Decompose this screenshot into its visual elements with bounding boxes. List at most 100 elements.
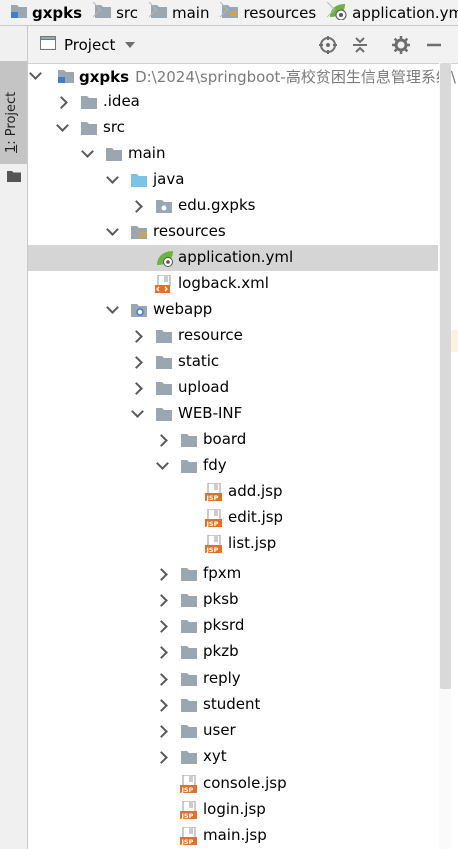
tree-item-edu-gxpks[interactable]: edu.gxpks [28,193,438,219]
breadcrumb: gxpks src main resources application.yml [0,0,458,26]
chevron-right-icon[interactable] [155,427,171,453]
breadcrumb-label: src [116,3,138,22]
chevron-down-icon[interactable] [125,41,136,48]
tree-item-student[interactable]: student [28,692,438,718]
tree-item-list-jsp[interactable]: JSP list.jsp [28,531,438,557]
svg-text:JSP: JSP [206,546,219,553]
locate-file-icon[interactable] [318,35,338,55]
xml-file-icon [155,274,173,293]
tree-item-pkzb[interactable]: pkzb [28,639,438,665]
folder-icon [155,327,173,345]
tree-item-application-yml[interactable]: application.yml [28,245,438,271]
breadcrumb-item-application-yml[interactable]: application.yml [328,0,458,25]
chevron-down-icon[interactable] [105,219,121,245]
tree-item-web-inf[interactable]: WEB-INF [28,401,438,427]
tree-item-label: student [203,695,261,713]
chevron-right-icon[interactable] [130,323,146,349]
tree-item-label: application.yml [178,248,294,266]
tree-item-idea[interactable]: .idea [28,89,438,115]
breadcrumb-item-gxpks[interactable]: gxpks [10,0,82,25]
tree-item-logback-xml[interactable]: logback.xml [28,271,438,297]
tree-item-label: user [203,721,236,739]
tree-item-upload[interactable]: upload [28,375,438,401]
breadcrumb-item-src[interactable]: src [94,0,138,25]
tree-item-xyt[interactable]: xyt [28,744,438,770]
scrollbar-thumb[interactable] [440,63,451,689]
tree-item-label: add.jsp [228,482,283,500]
resources-folder-icon [130,223,148,241]
tree-item-main-jsp[interactable]: JSP main.jsp [28,823,438,849]
project-tool-window-tab[interactable]: 1: Project [0,61,27,182]
jsp-file-icon: JSP [180,826,198,846]
chevron-right-icon[interactable] [155,666,171,692]
folder-icon [180,722,198,740]
breadcrumb-label: application.yml [352,3,458,22]
tree-item-webapp[interactable]: webapp [28,297,438,323]
spring-config-icon [155,249,173,267]
svg-text:JSP: JSP [181,812,194,819]
chevron-down-icon[interactable] [55,115,71,141]
tree-item-label: main [128,144,166,162]
root-name: gxpks [79,68,130,86]
project-view-selector[interactable]: Project [64,36,115,54]
tree-item-login-jsp[interactable]: JSP login.jsp [28,797,438,823]
tree-item-pksrd[interactable]: pksrd [28,613,438,639]
folder-icon [180,431,198,449]
chevron-right-icon[interactable] [155,587,171,613]
chevron-right-icon[interactable] [155,718,171,744]
tree-item-label: resource [178,326,243,344]
chevron-right-icon[interactable] [130,375,146,401]
minimize-icon[interactable] [424,35,444,55]
tree-item-label: WEB-INF [178,404,243,422]
tree-item-static[interactable]: static [28,349,438,375]
tree-item-fdy[interactable]: fdy [28,453,438,479]
chevron-down-icon[interactable] [80,141,96,167]
tree-item-label: fdy [203,456,227,474]
breadcrumb-item-resources[interactable]: resources [221,0,316,25]
chevron-right-icon[interactable] [130,193,146,219]
chevron-right-icon[interactable] [155,639,171,665]
tree-item-reply[interactable]: reply [28,666,438,692]
gear-icon[interactable] [391,35,411,55]
chevron-down-icon[interactable] [105,167,121,193]
web-folder-icon [130,301,148,319]
tree-item-fpxm[interactable]: fpxm [28,561,438,587]
tree-item-board[interactable]: board [28,427,438,453]
folder-icon [155,353,173,371]
chevron-right-icon[interactable] [155,744,171,770]
tree-item-main[interactable]: main [28,141,438,167]
tree-item-pksb[interactable]: pksb [28,587,438,613]
tree-item-java[interactable]: java [28,167,438,193]
chevron-down-icon[interactable] [105,297,121,323]
chevron-down-icon[interactable] [155,453,171,479]
tree-item-console-jsp[interactable]: JSP console.jsp [28,771,438,797]
chevron-right-icon[interactable] [130,349,146,375]
chevron-right-icon[interactable] [155,613,171,639]
tree-item-user[interactable]: user [28,718,438,744]
chevron-down-icon[interactable] [28,63,44,89]
svg-text:JSP: JSP [181,838,194,845]
tree-item-add-jsp[interactable]: JSP add.jsp [28,479,438,505]
collapse-all-icon[interactable] [350,35,370,55]
tree-item-resource[interactable]: resource [28,323,438,349]
breadcrumb-item-main[interactable]: main [150,0,209,25]
tree-item-label: reply [203,669,241,687]
folder-icon [180,565,198,583]
tree-item-resources[interactable]: resources [28,219,438,245]
svg-text:JSP: JSP [181,786,194,793]
folder-icon [180,670,198,688]
folder-icon [180,696,198,714]
chevron-right-icon[interactable] [55,89,71,115]
chevron-down-icon[interactable] [130,401,146,427]
tree-item-root[interactable]: gxpks D:\2024\springboot-高校贫困生信息管理系统\ [28,63,456,89]
tree-item-src[interactable]: src [28,115,438,141]
chevron-right-icon[interactable] [155,692,171,718]
breadcrumb-label: main [171,3,210,22]
tool-window-strip: 1: Project [0,26,28,849]
chevron-right-icon[interactable] [155,561,171,587]
tree-item-label: src [103,118,125,136]
jsp-file-icon: JSP [180,774,198,794]
breadcrumb-label: gxpks [32,3,83,22]
tree-item-label: pksb [203,590,239,608]
tree-item-edit-jsp[interactable]: JSP edit.jsp [28,505,438,531]
